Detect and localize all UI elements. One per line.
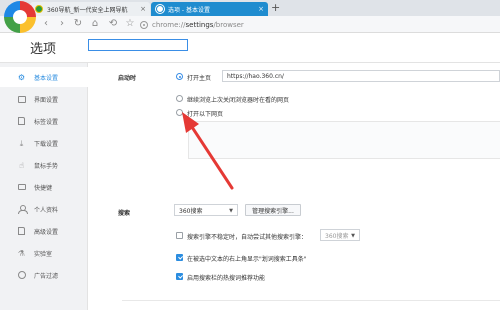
back-icon[interactable]: ‹ — [40, 18, 52, 30]
sidebar-item-label: 基本设置 — [34, 74, 59, 82]
sidebar-item-basic[interactable]: ⚙ 基本设置 — [0, 67, 88, 87]
url-host: settings — [185, 20, 214, 29]
bookmark-star-icon[interactable]: ☆ — [124, 18, 136, 30]
sidebar-item-label: 实验室 — [34, 250, 53, 258]
fallback-engine-select[interactable]: 360搜索 ▼ — [320, 229, 360, 241]
sidebar: ⚙ 基本设置 界面设置 标签设置 ⤓ 下载设置 ☝ 鼠标手势 快捷键 个人资料 … — [0, 63, 88, 310]
startup-pages-list[interactable] — [188, 121, 500, 159]
radio-restore-session[interactable] — [176, 95, 183, 102]
sidebar-item-interface[interactable]: 界面设置 — [0, 89, 88, 109]
new-tab-icon[interactable]: + — [271, 1, 280, 15]
sidebar-item-label: 快捷键 — [34, 184, 53, 192]
search-engine-select[interactable]: 360搜索 ▼ — [174, 204, 238, 216]
tab-title: 选项 - 基本设置 — [168, 6, 210, 14]
keyboard-icon — [17, 183, 26, 192]
tab-settings[interactable]: 选项 - 基本设置 × — [151, 2, 268, 16]
gear-icon: ⚙ — [17, 72, 26, 82]
window-icon — [17, 95, 26, 104]
option-open-pages-label: 打开以下网页 — [187, 111, 224, 118]
search-section-label: 搜索 — [118, 210, 131, 217]
browser-toolbar: ‹ › ↻ ⌂ ⟲ ☆ chrome://settings/browser — [0, 16, 500, 33]
close-tab-icon[interactable]: × — [140, 5, 146, 13]
popup-tool-checkbox[interactable] — [176, 254, 183, 261]
sidebar-item-label: 标签设置 — [34, 118, 59, 126]
sidebar-item-adblock[interactable]: 广告过滤 — [0, 265, 88, 285]
lab-icon: ⚗ — [17, 248, 26, 258]
restore-icon[interactable]: ⟲ — [107, 18, 119, 30]
radio-open-homepage[interactable] — [176, 73, 183, 80]
settings-favicon-icon — [156, 5, 164, 13]
page-icon — [140, 20, 148, 29]
address-bar[interactable]: chrome://settings/browser — [140, 18, 244, 31]
forward-icon[interactable]: › — [56, 18, 68, 30]
sidebar-item-profile[interactable]: 个人资料 — [0, 199, 88, 219]
homepage-url-value: https://hao.360.cn/ — [227, 72, 284, 80]
popup-tool-label: 在被选中文本的右上角显示"划词搜索工具条" — [187, 256, 307, 263]
home-icon[interactable]: ⌂ — [89, 18, 101, 30]
sidebar-item-label: 高级设置 — [34, 228, 59, 236]
auto-switch-label: 搜索引擎不稳定时，自动尝试其他搜索引擎： — [187, 234, 308, 241]
auto-switch-checkbox[interactable] — [176, 232, 183, 239]
search-suggest-checkbox[interactable] — [176, 273, 183, 280]
tab-title: 360导航_新一代安全上网导航 — [47, 6, 128, 14]
download-icon: ⤓ — [19, 138, 24, 148]
sidebar-item-label: 广告过滤 — [34, 272, 59, 280]
option-open-homepage-label: 打开主页 — [187, 75, 212, 82]
sidebar-item-download[interactable]: ⤓ 下载设置 — [0, 133, 88, 153]
radio-open-pages[interactable] — [176, 109, 183, 116]
user-icon — [17, 205, 28, 214]
refresh-icon[interactable]: ↻ — [72, 18, 84, 30]
browser-logo-icon[interactable] — [4, 1, 36, 33]
fallback-engine-value: 360搜索 — [325, 232, 349, 240]
option-restore-session-label: 继续浏览上次关闭浏览器时在看的网页 — [187, 97, 290, 104]
advanced-icon — [17, 227, 26, 236]
sidebar-item-label: 下载设置 — [34, 140, 59, 148]
divider — [122, 300, 500, 301]
search-engine-value: 360搜索 — [179, 207, 203, 215]
url-scheme: chrome:// — [152, 20, 186, 29]
chevron-down-icon: ▼ — [229, 208, 233, 214]
sidebar-item-shortcuts[interactable]: 快捷键 — [0, 177, 88, 197]
tab-strip: 360导航_新一代安全上网导航 × 选项 - 基本设置 × + — [0, 0, 500, 16]
sidebar-item-tabs[interactable]: 标签设置 — [0, 111, 88, 131]
sidebar-item-label: 鼠标手势 — [34, 162, 59, 170]
sidebar-item-mouse-gesture[interactable]: ☝ 鼠标手势 — [0, 155, 88, 175]
block-icon — [17, 271, 26, 280]
manage-search-engines-button[interactable]: 管理搜索引擎... — [245, 204, 301, 216]
close-tab-icon[interactable]: × — [258, 5, 264, 13]
startup-section-label: 启动时 — [118, 75, 137, 82]
homepage-url-field[interactable]: https://hao.360.cn/ — [222, 70, 500, 82]
sidebar-item-advanced[interactable]: 高级设置 — [0, 221, 88, 241]
chevron-down-icon: ▼ — [351, 233, 355, 239]
sidebar-item-lab[interactable]: ⚗ 实验室 — [0, 243, 88, 263]
settings-search-input[interactable] — [88, 39, 188, 51]
site-favicon-icon — [35, 5, 43, 13]
url-path: /browser — [213, 20, 244, 29]
tab-360-navigation[interactable]: 360导航_新一代安全上网导航 × — [30, 2, 150, 16]
mouse-gesture-icon: ☝ — [19, 160, 24, 170]
page-title: 选项 — [30, 42, 57, 57]
tabs-icon — [17, 117, 26, 126]
sidebar-item-label: 个人资料 — [34, 206, 59, 214]
search-suggest-label: 启用搜索栏的热搜词推荐功能 — [187, 275, 266, 282]
sidebar-item-label: 界面设置 — [34, 96, 59, 104]
